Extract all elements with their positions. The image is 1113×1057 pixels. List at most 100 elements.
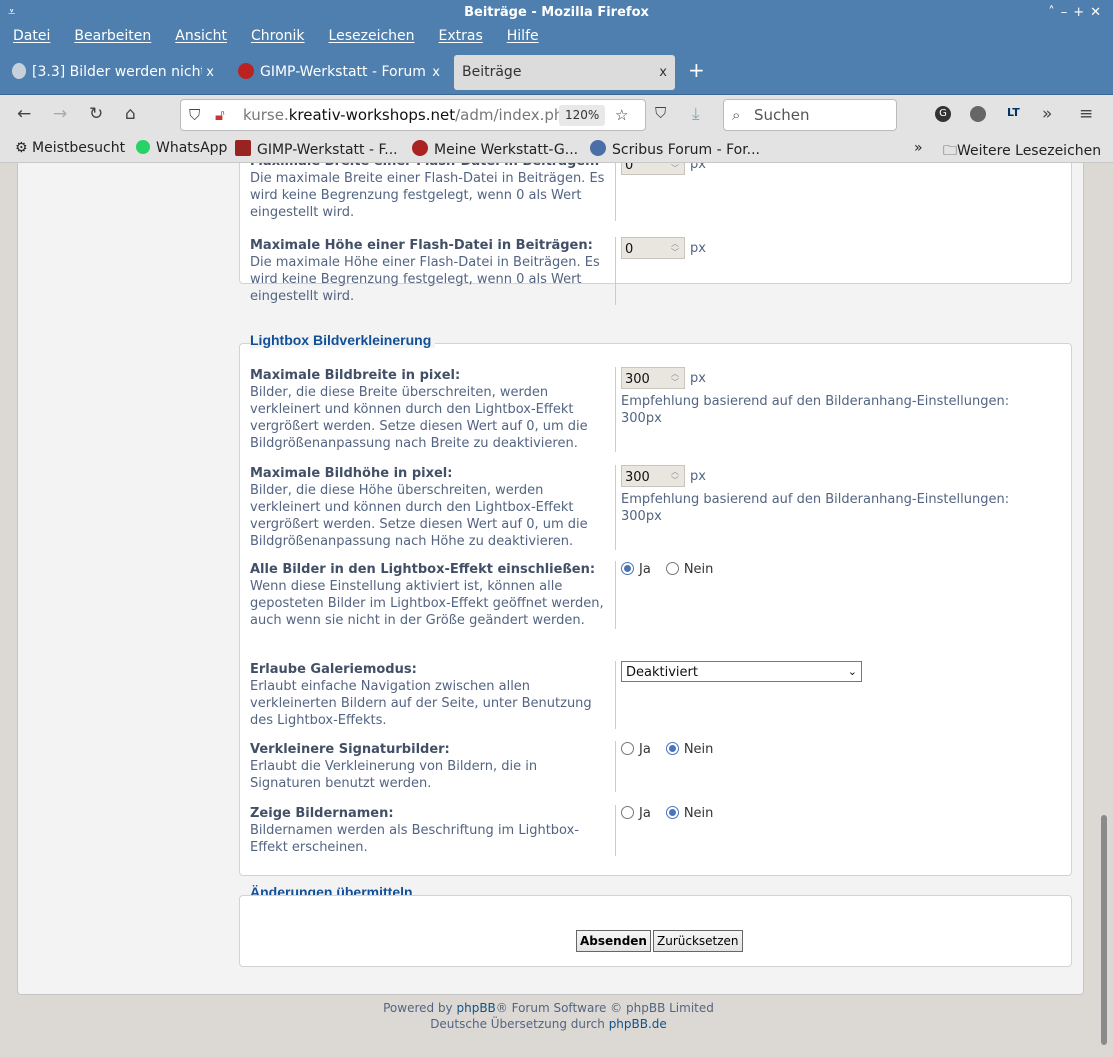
spinner-icon[interactable]: ︿﹀ <box>668 369 682 387</box>
number-input[interactable]: 300 ︿ ﹀ <box>621 465 685 487</box>
url-prefix: kurse. <box>243 106 289 124</box>
search-icon: ⌕ <box>732 106 741 124</box>
bookmark-weitere[interactable]: 🗀︎Weitere Lesezeichen <box>943 140 1101 164</box>
home-icon[interactable]: ⌂ <box>125 104 136 124</box>
number-input[interactable]: 0 ︿﹀ <box>621 163 685 175</box>
radio-ja[interactable] <box>621 806 634 819</box>
search-input[interactable]: ⌕ Suchen <box>723 99 897 131</box>
scrollbar-thumb[interactable] <box>1101 815 1107 1045</box>
input-value: 0 <box>625 163 634 173</box>
download-icon[interactable]: ⤓ <box>692 104 700 124</box>
bookmark-label: GIMP-Werkstatt - F... <box>257 142 398 158</box>
menu-chronik[interactable]: Chronik <box>238 25 316 50</box>
bookmark-meistbesucht[interactable]: ⚙ Meistbesucht <box>15 140 125 156</box>
unit-label: px <box>690 240 706 256</box>
recommendation-hint: Empfehlung basierend auf den Bilderanhan… <box>621 492 1010 524</box>
radio-label: Ja <box>639 742 651 757</box>
reload-icon[interactable]: ↻ <box>89 104 103 124</box>
menu-hilfe[interactable]: Hilfe <box>494 25 550 50</box>
folder-icon: 🗀︎ <box>943 143 957 159</box>
overflow-chevron-icon[interactable]: » <box>1042 104 1052 124</box>
menu-extras[interactable]: Extras <box>426 25 494 50</box>
unit-label: px <box>690 468 706 484</box>
unit-label: px <box>690 370 706 386</box>
radio-nein[interactable] <box>665 806 679 819</box>
grammarly-extension-icon[interactable]: G <box>935 106 951 122</box>
menu-bearbeiten[interactable]: Bearbeiten <box>61 25 162 50</box>
close-tab-icon[interactable]: x <box>202 55 214 90</box>
tab-label: [3.3] Bilder werden nicht <box>32 64 206 80</box>
footer-translation: Deutsche Übersetzung durch phpBB.de <box>0 1016 1097 1032</box>
bookmark-star-icon[interactable]: ☆ <box>615 100 628 130</box>
setting-description: Erlaubt die Verkleinerung von Bildern, d… <box>250 759 538 791</box>
setting-description: Bilder, die diese Höhe überschreiten, we… <box>250 483 588 549</box>
close-tab-icon[interactable]: x <box>659 55 667 90</box>
search-placeholder: Suchen <box>754 106 810 124</box>
back-icon[interactable]: ← <box>17 104 31 124</box>
menu-ansicht[interactable]: Ansicht <box>162 25 238 50</box>
radio-label: Ja <box>639 562 651 577</box>
window-titlebar: ⩡ Beiträge - Mozilla Firefox ˄–+✕ <box>0 0 1113 25</box>
tab-beitraege[interactable]: Beiträge x <box>454 55 675 90</box>
footer-text: Deutsche Übersetzung durch <box>430 1017 609 1031</box>
radio-nein[interactable] <box>665 742 679 755</box>
user-icon <box>12 63 26 79</box>
number-input[interactable]: 300 ︿ ﹀ <box>621 367 685 389</box>
setting-title: Maximale Bildhöhe in pixel: <box>250 466 453 481</box>
shield-icon[interactable]: ⛉ <box>189 100 200 130</box>
scribus-favicon <box>590 140 606 156</box>
zoom-level[interactable]: 120% <box>559 105 606 126</box>
bookmark-whatsapp[interactable]: WhatsApp <box>136 140 227 156</box>
bookmark-label: WhatsApp <box>156 140 228 156</box>
pocket-icon[interactable]: ⛉ <box>655 104 666 122</box>
menu-datei[interactable]: Datei <box>0 25 61 50</box>
bookmark-label: Weitere Lesezeichen <box>957 143 1102 159</box>
forward-icon[interactable]: → <box>53 104 67 124</box>
radio-ja[interactable] <box>621 562 634 575</box>
gallery-mode-select[interactable]: Deaktiviert ⌄ <box>621 661 862 682</box>
whatsapp-icon <box>136 140 150 154</box>
close-tab-icon[interactable]: x <box>432 55 440 90</box>
unit-label: px <box>690 163 706 172</box>
reset-button[interactable]: Zurücksetzen <box>653 930 743 952</box>
hamburger-menu-icon[interactable]: ≡ <box>1079 104 1093 124</box>
tab-gimp-werkstatt[interactable]: GIMP-Werkstatt - Forum x <box>230 55 448 90</box>
setting-control: 300 ︿ ﹀ px Empfehlung basierend auf den Bild… <box>621 367 1031 427</box>
setting-control: Ja Nein <box>621 741 728 758</box>
bookmark-gimp-werkstatt[interactable]: GIMP-Werkstatt - F... <box>235 140 398 158</box>
url-bar[interactable]: ⛉ 🔓︎ kurse.kreativ-workshops.net/adm/ind… <box>180 99 646 131</box>
spinner-icon[interactable]: ︿﹀ <box>668 467 682 485</box>
phpbb-link[interactable]: phpBB <box>456 1001 495 1015</box>
radio-ja[interactable] <box>621 742 634 755</box>
tab-bilder[interactable]: [3.3] Bilder werden nicht x <box>4 55 222 90</box>
bookmark-meine-werkstatt[interactable]: Meine Werkstatt-G... <box>412 140 578 158</box>
new-tab-button[interactable]: + <box>688 58 705 82</box>
spinner-icon[interactable]: ︿﹀ <box>668 163 682 173</box>
submit-button[interactable]: Absenden <box>576 930 651 952</box>
window-controls[interactable]: ˄–+✕ <box>1048 0 1107 25</box>
radio-label: Nein <box>683 562 714 577</box>
menu-lesezeichen[interactable]: Lesezeichen <box>316 25 426 50</box>
footer-powered: Powered by phpBB® Forum Software © phpBB… <box>0 1000 1097 1016</box>
setting-label: Zeige Bildernamen: Bildernamen werden als… <box>250 805 616 856</box>
insecure-lock-icon[interactable]: 🔓︎ <box>215 100 225 130</box>
navigation-toolbar: ← → ↻ ⌂ ⛉ 🔓︎ kurse.kreativ-workshops.net… <box>0 95 1113 135</box>
bookmarks-overflow-icon[interactable]: » <box>914 140 923 156</box>
setting-title: Verkleinere Signaturbilder: <box>250 742 450 757</box>
setting-label: Alle Bilder in den Lightbox-Effekt einsc… <box>250 561 616 629</box>
footer-text: Powered by <box>383 1001 457 1015</box>
phpbb-de-link[interactable]: phpBB.de <box>609 1017 667 1031</box>
number-input[interactable]: 0 ︿﹀ <box>621 237 685 259</box>
bookmark-scribus[interactable]: Scribus Forum - For... <box>590 140 760 158</box>
tab-label: Beiträge <box>462 64 522 80</box>
setting-control: 0 ︿﹀ px <box>621 237 706 259</box>
setting-title: Erlaube Galeriemodus: <box>250 662 417 677</box>
url-path: /adm/index.php <box>455 106 573 124</box>
bookmark-label: Meistbesucht <box>32 140 126 156</box>
languagetool-icon[interactable]: LT <box>1007 106 1020 119</box>
spinner-icon[interactable]: ︿﹀ <box>668 239 682 257</box>
window-menu-icon[interactable]: ⩡ <box>8 0 15 25</box>
extension-icon[interactable] <box>970 106 986 122</box>
setting-label: Verkleinere Signaturbilder: Erlaubt die V… <box>250 741 616 792</box>
radio-nein[interactable] <box>665 562 679 575</box>
